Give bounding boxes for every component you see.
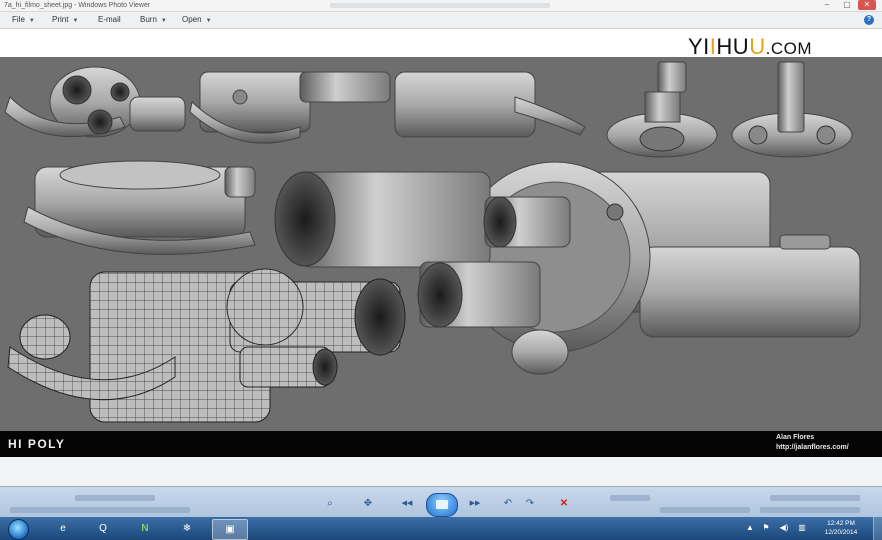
show-desktop-button[interactable] — [873, 517, 882, 540]
toolbar-ghost — [10, 507, 190, 513]
taskbar: e Q N ❄ ▣ ▲ ⚑ ◀) ▥ 12:42 PM 12/20/2014 — [0, 517, 882, 540]
camera-view-top-2 — [189, 71, 391, 144]
help-icon[interactable]: ? — [864, 15, 874, 25]
delete-icon[interactable]: ✕ — [556, 497, 572, 511]
next-icon[interactable]: ▶▶ — [464, 497, 486, 511]
zoom-icon[interactable]: ⌕ — [322, 497, 338, 511]
network-icon[interactable]: ▥ — [797, 523, 807, 533]
title-bar-blur — [330, 3, 550, 8]
caption-author-url: http://jalanflores.com/ — [776, 444, 849, 451]
menu-file[interactable]: File ▼ — [12, 12, 35, 29]
logo-part: .COM — [765, 39, 812, 58]
menu-print-label: Print — [52, 15, 69, 24]
close-button[interactable]: ✕ — [858, 0, 876, 10]
taskbar-network-icon[interactable]: ❄ — [170, 519, 204, 538]
camera-view-top-4 — [606, 61, 718, 158]
menu-open-label: Open — [182, 15, 202, 24]
logo-part: YI — [688, 34, 710, 59]
actual-size-icon[interactable]: ✥ — [360, 497, 376, 511]
toolbar-ghost — [760, 507, 860, 513]
camera-view-top-5 — [731, 61, 853, 158]
camera-view-top-1 — [4, 66, 186, 138]
maximize-button[interactable]: ▢ — [838, 0, 856, 10]
slideshow-icon — [436, 500, 448, 509]
viewer-background — [0, 457, 882, 486]
menu-email[interactable]: E-mail — [98, 12, 121, 28]
camera-view-mid-left — [23, 160, 256, 255]
camera-view-wireframe — [7, 268, 406, 423]
clock-date: 12/20/2014 — [824, 529, 858, 536]
taskbar-clock[interactable]: 12:42 PM 12/20/2014 — [815, 519, 867, 537]
taskbar-quicktime-icon[interactable]: Q — [86, 519, 120, 538]
menu-print[interactable]: Print ▼ — [52, 12, 78, 29]
volume-icon[interactable]: ◀) — [777, 523, 791, 533]
window-controls: – ▢ ✕ — [818, 0, 876, 10]
menu-email-label: E-mail — [98, 15, 121, 24]
camera-view-top-3 — [394, 71, 586, 138]
menu-burn-label: Burn — [140, 15, 157, 24]
caption-author: Alan Flores — [776, 434, 815, 441]
rotate-ccw-icon[interactable]: ↶ — [500, 497, 516, 511]
logo-part: U — [749, 34, 766, 59]
start-button[interactable] — [8, 519, 29, 540]
menu-burn[interactable]: Burn ▼ — [140, 12, 167, 29]
toolbar-ghost — [660, 507, 750, 513]
taskbar-ie-icon[interactable]: e — [46, 519, 80, 538]
rotate-cw-icon[interactable]: ↷ — [522, 497, 538, 511]
chevron-down-icon: ▼ — [72, 18, 79, 24]
slideshow-button[interactable] — [426, 493, 458, 517]
chevron-down-icon: ▼ — [205, 18, 212, 24]
minimize-button[interactable]: – — [818, 0, 836, 10]
title-bar: 7a_hi_filmo_sheet.jpg - Windows Photo Vi… — [0, 0, 882, 12]
clock-time: 12:42 PM — [827, 520, 855, 527]
camera-render-image — [4, 61, 861, 423]
image-caption-bar: HI POLY Alan Flores http://jalanflores.c… — [0, 431, 882, 457]
menu-bar: File ▼ Print ▼ E-mail Burn ▼ Open ▼ ? — [0, 12, 882, 29]
menu-open[interactable]: Open ▼ — [182, 12, 212, 29]
toolbar-ghost — [770, 495, 860, 501]
chevron-down-icon: ▼ — [160, 18, 167, 24]
menu-file-label: File — [12, 15, 25, 24]
chevron-down-icon: ▼ — [28, 18, 35, 24]
tray-expand-icon[interactable]: ▲ — [745, 523, 755, 533]
toolbar-ghost — [610, 495, 650, 501]
toolbar-ghost — [75, 495, 155, 501]
taskbar-photo-viewer-icon[interactable]: ▣ — [212, 519, 248, 540]
viewer-toolbar: ⌕ ✥ ◀◀ ▶▶ ↶ ↷ ✕ — [0, 486, 882, 518]
logo-part: HU — [716, 34, 750, 59]
window-title: 7a_hi_filmo_sheet.jpg - Windows Photo Vi… — [4, 2, 151, 9]
action-center-flag-icon[interactable]: ⚑ — [761, 523, 771, 533]
caption-hi-poly: HI POLY — [8, 437, 66, 451]
previous-icon[interactable]: ◀◀ — [396, 497, 418, 511]
taskbar-n-icon[interactable]: N — [128, 519, 162, 538]
image-viewport[interactable]: HI POLY Alan Flores http://jalanflores.c… — [0, 57, 882, 457]
